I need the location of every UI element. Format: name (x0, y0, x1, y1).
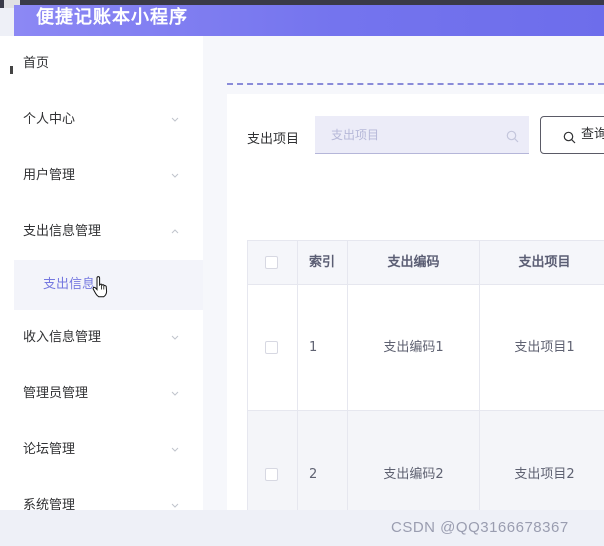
table-header-row: 索引 支出编码 支出项目 (248, 241, 604, 285)
sidebar-item-system-management[interactable]: 系统管理 (14, 478, 203, 510)
cell-expense-item: 支出项目1 (514, 340, 575, 355)
query-button[interactable]: 查询 (540, 116, 604, 154)
sidebar-item-label: 支出信息管理 (23, 224, 102, 239)
chevron-down-icon (171, 446, 179, 453)
sidebar-item-label: 论坛管理 (23, 442, 76, 457)
row-checkbox[interactable] (265, 341, 278, 354)
left-edge-strip (0, 36, 14, 510)
column-header: 支出编码 (348, 241, 480, 284)
column-header-label: 支出编码 (387, 255, 440, 270)
sidebar-item-label: 管理员管理 (23, 386, 89, 401)
chevron-down-icon (171, 334, 179, 341)
layout-gutter (203, 36, 227, 510)
sidebar-item-label: 用户管理 (23, 168, 76, 183)
table-cell: 支出编码2 (348, 411, 480, 510)
chevron-down-icon (171, 390, 179, 397)
table-cell: 支出项目1 (480, 285, 604, 410)
chevron-down-icon (171, 172, 179, 179)
sidebar-item-expense-management[interactable]: 支出信息管理 (14, 204, 203, 260)
sidebar-subitem-label: 支出信息 (43, 277, 96, 292)
sidebar-item-home[interactable]: 首页 (14, 36, 203, 92)
breadcrumb-divider (227, 83, 604, 85)
edge-marker (10, 66, 13, 74)
hand-pointer-icon (92, 276, 108, 298)
sidebar-subitem-expense-info[interactable]: 支出信息 (14, 260, 203, 310)
cell-expense-item: 支出项目2 (514, 467, 575, 482)
main-content: 支出项目 查询 索引 支出编码 支出项目 (227, 36, 604, 510)
sidebar-item-forum-management[interactable]: 论坛管理 (14, 422, 203, 478)
data-table: 索引 支出编码 支出项目 1 支出编码1 支出项目1 2 支出编码2 支出项目2 (247, 240, 604, 510)
column-header: 索引 (298, 241, 348, 284)
header-checkbox-cell (248, 241, 298, 284)
cell-expense-code: 支出编码2 (383, 467, 444, 482)
chevron-down-icon (171, 502, 179, 509)
row-checkbox[interactable] (265, 468, 278, 481)
search-input[interactable] (315, 116, 529, 154)
column-header-label: 支出项目 (518, 255, 571, 270)
cell-index: 1 (309, 340, 318, 355)
app-header: 便捷记账本小程序 (14, 5, 604, 36)
sidebar: 首页 个人中心 用户管理 支出信息管理 支出信息 收入信息管理 管理员管理 论坛… (14, 36, 203, 510)
sidebar-item-admin-management[interactable]: 管理员管理 (14, 366, 203, 422)
table-cell: 2 (298, 411, 348, 510)
sidebar-item-label: 系统管理 (23, 498, 76, 510)
row-checkbox-cell (248, 411, 298, 510)
app-title: 便捷记账本小程序 (36, 7, 188, 28)
column-header-label: 索引 (309, 255, 336, 270)
search-icon (506, 128, 519, 143)
select-all-checkbox[interactable] (265, 256, 278, 269)
table-cell: 支出项目2 (480, 411, 604, 510)
column-header: 支出项目 (480, 241, 604, 284)
sidebar-item-label: 首页 (23, 56, 50, 71)
query-button-label: 查询 (581, 127, 604, 142)
table-cell: 支出编码1 (348, 285, 480, 410)
table-cell: 1 (298, 285, 348, 410)
cell-expense-code: 支出编码1 (383, 340, 444, 355)
row-checkbox-cell (248, 285, 298, 410)
sidebar-item-user-management[interactable]: 用户管理 (14, 148, 203, 204)
chevron-down-icon (171, 116, 179, 123)
cell-index: 2 (309, 467, 318, 482)
watermark-text: CSDN @QQ3166678367 (391, 519, 569, 536)
sidebar-item-income-management[interactable]: 收入信息管理 (14, 310, 203, 366)
content-panel: 支出项目 查询 索引 支出编码 支出项目 (227, 94, 604, 510)
search-label: 支出项目 (247, 132, 300, 147)
sidebar-item-label: 个人中心 (23, 112, 76, 127)
sidebar-item-label: 收入信息管理 (23, 330, 102, 345)
table-row[interactable]: 2 支出编码2 支出项目2 (248, 411, 604, 510)
search-icon (563, 129, 576, 144)
chevron-up-icon (171, 228, 179, 235)
sidebar-item-personal-center[interactable]: 个人中心 (14, 92, 203, 148)
table-row[interactable]: 1 支出编码1 支出项目1 (248, 285, 604, 411)
